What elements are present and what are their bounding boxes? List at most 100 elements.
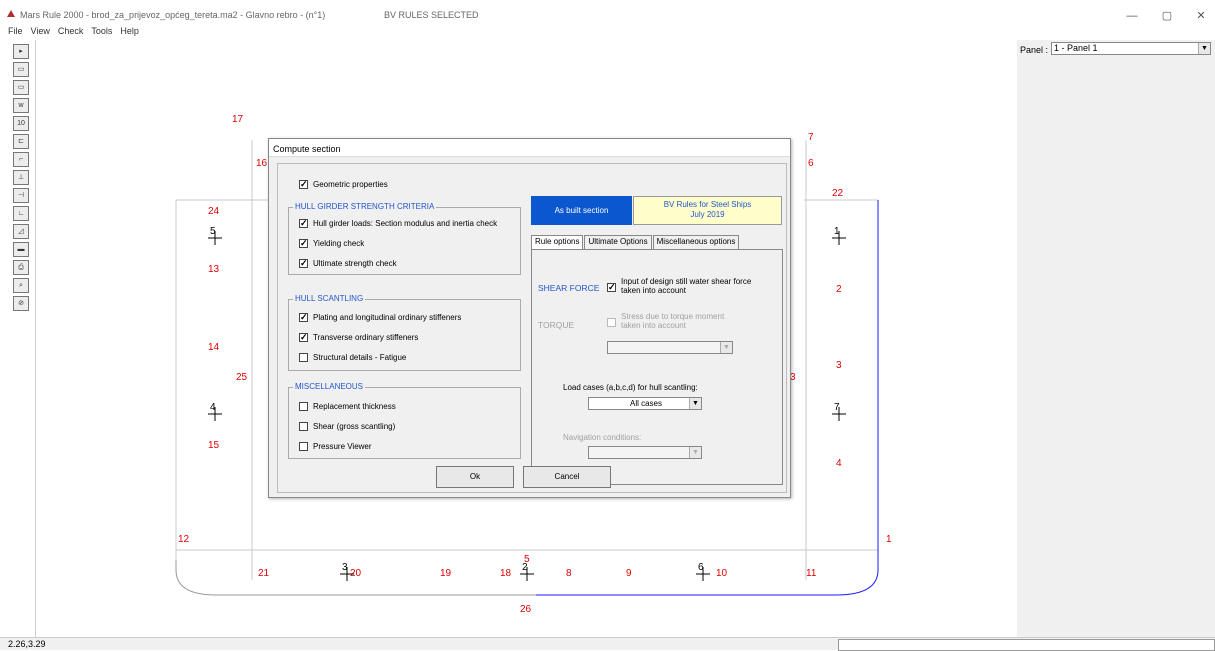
left-toolbar: ▸ ▭ ▭ w 10 ⊏ ⌐ ⊥ ⊣ ∟ ◿ ▬ ⎙ ⌕ ⊘ [10, 44, 32, 311]
checkbox-box[interactable] [299, 352, 308, 362]
scale-icon[interactable]: 10 [13, 116, 29, 131]
load-cases-label: Load cases (a,b,c,d) for hull scantling: [563, 383, 698, 392]
weight-icon[interactable]: w [13, 98, 29, 113]
drawing-label: 24 [208, 206, 220, 217]
drawing-label: 14 [208, 342, 220, 353]
group-title: MISCELLANEOUS [293, 382, 366, 391]
drawing-label: 7 [808, 132, 814, 143]
checkbox-box[interactable]: ✓ [299, 179, 308, 189]
miscellaneous-group: MISCELLANEOUS Replacement thickness Shea… [288, 382, 521, 459]
navigation-conditions-select[interactable]: ▼ [588, 446, 702, 459]
drawing-label: 6 [808, 158, 814, 169]
menu-file[interactable]: File [8, 26, 23, 38]
status-field [838, 639, 1215, 651]
torque-checkbox[interactable] [607, 318, 616, 327]
drawing-label: 12 [178, 534, 190, 545]
ok-button[interactable]: Ok [436, 466, 514, 488]
checkbox-box[interactable] [299, 401, 308, 411]
as-built-section-button[interactable]: As built section [531, 196, 632, 225]
drawing-label: 3 [836, 360, 842, 371]
drawing-label: 22 [832, 188, 844, 199]
flat-icon[interactable]: ▬ [13, 242, 29, 257]
compute-section-dialog: Compute section ✓ Geometric properties H… [268, 138, 791, 498]
hull-girder-loads-checkbox[interactable]: ✓ Hull girder loads: Section modulus and… [299, 216, 497, 230]
tee-icon[interactable]: ⊣ [13, 188, 29, 203]
right-panel: Panel : 1 - Panel 1 ▼ [1017, 40, 1215, 637]
status-coordinates: 2.26,3.29 [8, 639, 46, 649]
load-cases-select[interactable]: All cases ▼ [588, 397, 702, 410]
close-button[interactable]: ✕ [1192, 9, 1210, 23]
e-profile-icon[interactable]: ⊏ [13, 134, 29, 149]
bv-rules-button[interactable]: BV Rules for Steel Ships July 2019 [633, 196, 782, 225]
menu-help[interactable]: Help [120, 26, 139, 38]
menu-tools[interactable]: Tools [91, 26, 112, 38]
shear-force-option-line: taken into account [621, 286, 686, 295]
knee-icon[interactable]: ∟ [13, 206, 29, 221]
drawing-label: 5 [524, 554, 530, 565]
bv-rules-title: BV Rules for Steel Ships [663, 200, 752, 209]
chevron-down-icon[interactable]: ▼ [1198, 43, 1210, 54]
panel-select[interactable]: 1 - Panel 1 ▼ [1051, 42, 1211, 55]
drawing-label: 13 [208, 264, 220, 275]
drawing-label: 11 [806, 568, 817, 579]
angle-icon[interactable]: ⌐ [13, 152, 29, 167]
checkbox-box[interactable]: ✓ [299, 258, 308, 268]
drawing-label: 10 [716, 568, 728, 579]
pressure-viewer-checkbox[interactable]: Pressure Viewer [299, 439, 372, 453]
drawing-label: 8 [566, 568, 572, 579]
replacement-thickness-checkbox[interactable]: Replacement thickness [299, 399, 396, 413]
drawing-label: 21 [258, 568, 270, 579]
menu-check[interactable]: Check [58, 26, 84, 38]
shear-force-checkbox[interactable]: ✓ [607, 283, 616, 292]
drawing-label: 15 [208, 440, 220, 451]
checkbox-box[interactable]: ✓ [299, 218, 308, 228]
stiffener-icon[interactable]: ▭ [13, 62, 29, 77]
yielding-check-checkbox[interactable]: ✓ Yielding check [299, 236, 364, 250]
maximize-button[interactable]: ▢ [1158, 9, 1176, 23]
group-title: HULL GIRDER STRENGTH CRITERIA [293, 202, 437, 211]
torque-option-line: Stress due to torque moment [621, 312, 725, 321]
checkbox-box[interactable] [299, 441, 308, 451]
hull-scantling-group: HULL SCANTLING ✓ Plating and longitudina… [288, 294, 521, 371]
transverse-stiffeners-checkbox[interactable]: ✓ Transverse ordinary stiffeners [299, 330, 418, 344]
ultimate-strength-checkbox[interactable]: ✓ Ultimate strength check [299, 256, 397, 270]
bulb-icon[interactable]: ⊥ [13, 170, 29, 185]
drawing-label: 1 [886, 534, 892, 545]
shear-gross-checkbox[interactable]: Shear (gross scantling) [299, 419, 395, 433]
drawing-label: 25 [236, 372, 248, 383]
tab-rule-options[interactable]: Rule options [531, 235, 584, 249]
checkbox-box[interactable]: ✓ [299, 312, 308, 322]
tab-miscellaneous-options[interactable]: Miscellaneous options [652, 235, 740, 249]
torque-label: TORQUE [538, 320, 575, 330]
play-icon[interactable]: ▸ [13, 44, 29, 59]
rules-selected-label: BV RULES SELECTED [384, 10, 479, 20]
hull-icon[interactable]: ◿ [13, 224, 29, 239]
menu-view[interactable]: View [31, 26, 50, 38]
stiffener-icon[interactable]: ▭ [13, 80, 29, 95]
geometric-properties-checkbox[interactable]: ✓ Geometric properties [299, 177, 388, 191]
plating-stiffeners-checkbox[interactable]: ✓ Plating and longitudinal ordinary stif… [299, 310, 461, 324]
no-zoom-icon[interactable]: ⊘ [13, 296, 29, 311]
panel-label: Panel : [1020, 45, 1049, 55]
structural-details-checkbox[interactable]: Structural details - Fatigue [299, 350, 406, 364]
title-bar: Mars Rule 2000 - brod_za_prijevoz_općeg_… [0, 0, 1215, 28]
status-bar: 2.26,3.29 [0, 637, 1215, 651]
menu-bar: File View Check Tools Help [8, 26, 139, 38]
chevron-down-icon[interactable]: ▼ [689, 447, 701, 458]
group-title: HULL SCANTLING [293, 294, 366, 303]
chevron-down-icon[interactable]: ▼ [720, 342, 732, 353]
checkbox-box[interactable]: ✓ [299, 332, 308, 342]
chevron-down-icon[interactable]: ▼ [689, 398, 701, 409]
print-icon[interactable]: ⎙ [13, 260, 29, 275]
torque-select[interactable]: ▼ [607, 341, 733, 354]
checkbox-box[interactable] [299, 421, 308, 431]
minimize-button[interactable]: — [1123, 9, 1141, 23]
drawing-label: 18 [500, 568, 512, 579]
torque-option-line: taken into account [621, 321, 686, 330]
rule-options-panel: SHEAR FORCE ✓ Input of design still wate… [531, 249, 783, 485]
tab-ultimate-options[interactable]: Ultimate Options [584, 235, 652, 249]
zoom-icon[interactable]: ⌕ [13, 278, 29, 293]
checkbox-box[interactable]: ✓ [299, 238, 308, 248]
panel-select-value: 1 - Panel 1 [1054, 43, 1098, 53]
cancel-button[interactable]: Cancel [523, 466, 611, 488]
